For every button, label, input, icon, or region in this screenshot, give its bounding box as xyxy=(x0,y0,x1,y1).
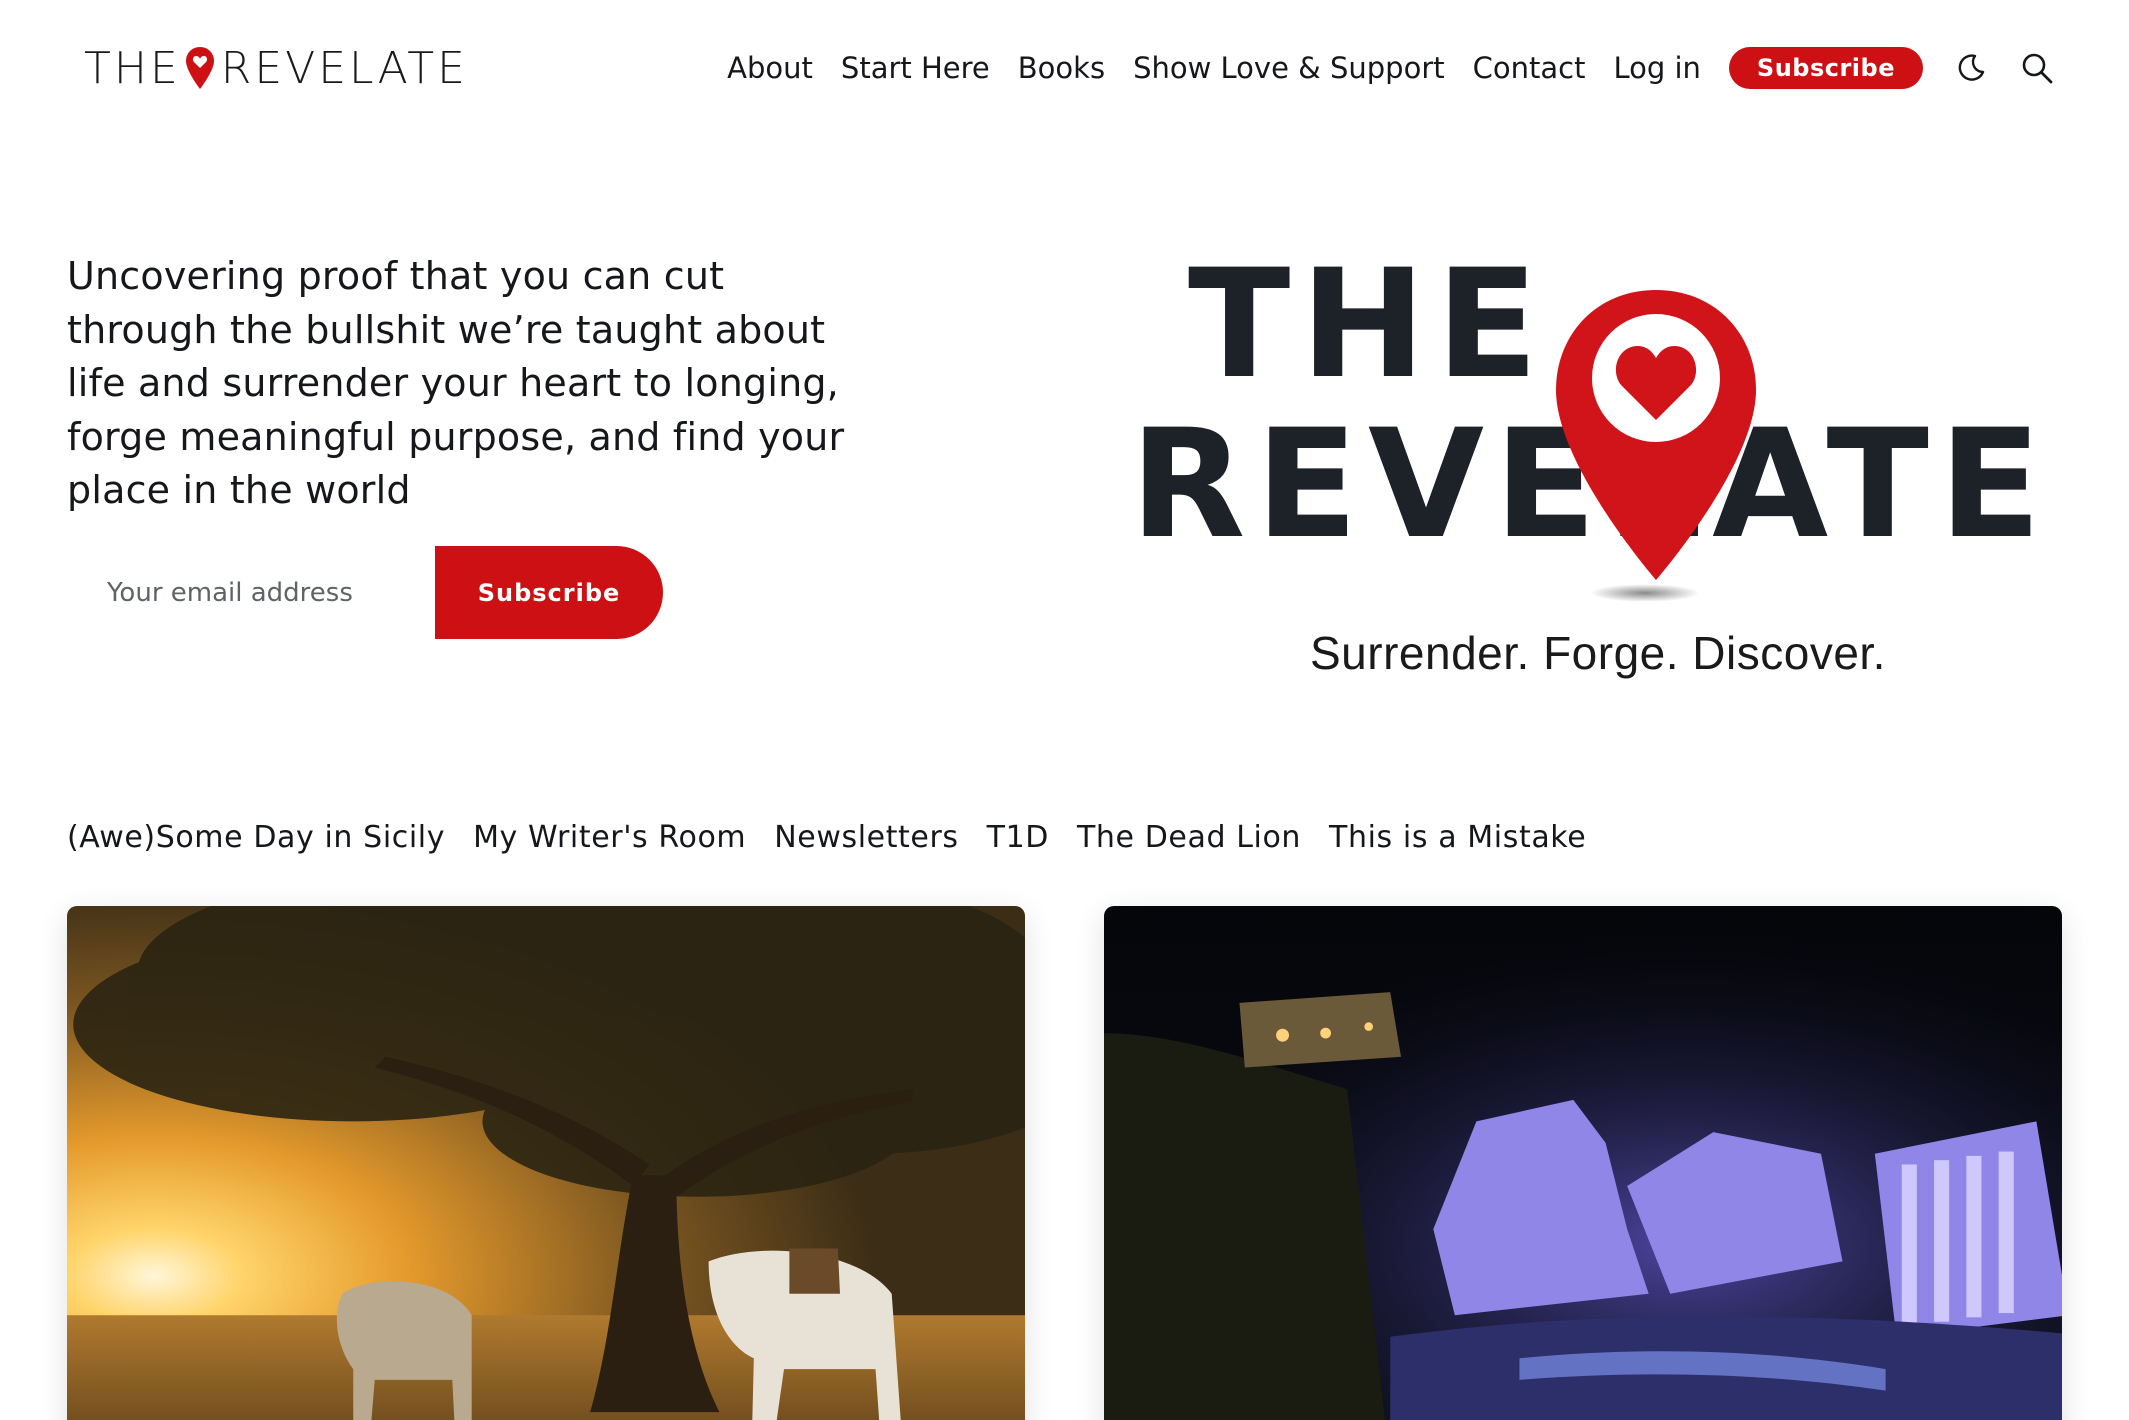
hero-logo-pin-shadow xyxy=(1590,584,1700,602)
tag-the-dead-lion[interactable]: The Dead Lion xyxy=(1077,820,1301,855)
moon-icon[interactable] xyxy=(1953,50,1989,86)
search-icon[interactable] xyxy=(2019,50,2055,86)
tag-newsletters[interactable]: Newsletters xyxy=(774,820,958,855)
nav-start-here[interactable]: Start Here xyxy=(841,51,990,85)
signup-form: Subscribe xyxy=(67,546,663,639)
hero-subscribe-button[interactable]: Subscribe xyxy=(435,546,663,639)
hero-logo-tagline: Surrender. Forge. Discover. xyxy=(1310,627,1886,679)
post-card[interactable] xyxy=(67,906,1025,1420)
tag-my-writers-room[interactable]: My Writer's Room xyxy=(473,820,746,855)
post-card[interactable] xyxy=(1104,906,2062,1420)
map-pin-heart-icon xyxy=(185,47,214,89)
site-header: THE REVELATE About Start Here Books Show… xyxy=(0,0,2129,135)
hero-logo-line1: THE xyxy=(1188,238,1549,412)
tag-awesome-day-in-sicily[interactable]: (Awe)Some Day in Sicily xyxy=(67,820,445,855)
hero-description: Uncovering proof that you can cut throug… xyxy=(67,254,845,512)
map-pin-heart-icon xyxy=(1556,290,1756,580)
email-input[interactable] xyxy=(67,546,435,639)
nav-log-in[interactable]: Log in xyxy=(1613,51,1700,85)
hero-logo: THE REVELATE Surrender. Forge. Discover. xyxy=(1130,238,2041,690)
post-card-image xyxy=(67,906,1025,1420)
nav-books[interactable]: Books xyxy=(1018,51,1105,85)
brand-name-right: REVELATE xyxy=(220,42,468,94)
nav-about[interactable]: About xyxy=(727,51,813,85)
nav-contact[interactable]: Contact xyxy=(1473,51,1586,85)
tag-nav: (Awe)Some Day in Sicily My Writer's Room… xyxy=(67,820,1614,855)
brand-name-left: THE xyxy=(84,42,181,94)
post-card-image xyxy=(1104,906,2062,1420)
main-nav: About Start Here Books Show Love & Suppo… xyxy=(699,44,2055,92)
brand-logo[interactable]: THE REVELATE xyxy=(84,42,468,94)
header-subscribe-button[interactable]: Subscribe xyxy=(1728,47,1923,89)
nav-show-love-support[interactable]: Show Love & Support xyxy=(1133,51,1445,85)
tag-this-is-a-mistake[interactable]: This is a Mistake xyxy=(1329,820,1586,855)
tag-t1d[interactable]: T1D xyxy=(987,820,1049,855)
